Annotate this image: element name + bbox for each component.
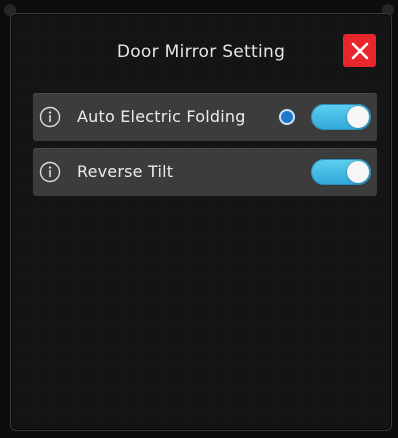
status-indicator-dot <box>279 109 295 125</box>
reverse-tilt-toggle[interactable] <box>311 159 371 185</box>
info-icon[interactable] <box>39 106 61 128</box>
info-icon[interactable] <box>39 161 61 183</box>
close-button[interactable] <box>343 34 376 67</box>
dialog-title: Door Mirror Setting <box>116 42 286 62</box>
auto-electric-folding-toggle[interactable] <box>311 104 371 130</box>
toggle-knob <box>347 106 369 128</box>
door-mirror-setting-dialog: Door Mirror Setting Auto Electric Foldin… <box>10 13 392 431</box>
setting-row-reverse-tilt[interactable]: Reverse Tilt <box>33 148 377 196</box>
close-icon <box>351 42 368 59</box>
screen: Door Mirror Setting Auto Electric Foldin… <box>0 0 398 438</box>
setting-label: Auto Electric Folding <box>77 107 246 126</box>
setting-label: Reverse Tilt <box>77 162 174 181</box>
toggle-knob <box>347 161 369 183</box>
setting-row-auto-electric-folding[interactable]: Auto Electric Folding <box>33 93 377 141</box>
